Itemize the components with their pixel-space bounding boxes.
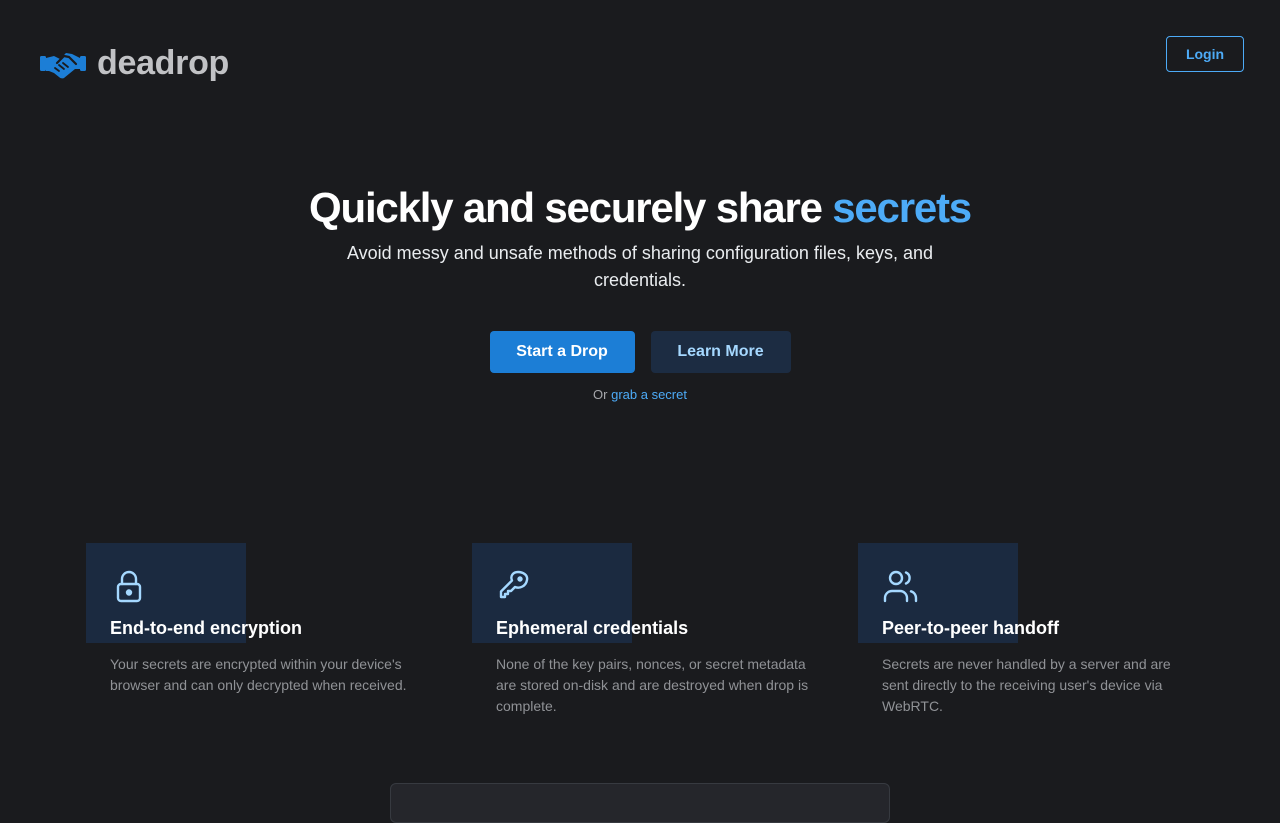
learn-more-button[interactable]: Learn More xyxy=(650,331,791,373)
handshake-icon xyxy=(40,53,86,79)
grab-secret-link[interactable]: grab a secret xyxy=(611,387,687,402)
hero-section: Quickly and securely share secrets Avoid… xyxy=(0,180,1280,402)
users-icon xyxy=(883,570,918,603)
feature-title: Ephemeral credentials xyxy=(496,618,689,638)
key-icon xyxy=(499,570,529,599)
feature-description: Secrets are never handled by a server an… xyxy=(882,656,1171,714)
login-button[interactable]: Login xyxy=(1166,36,1244,72)
hero-subtitle: Avoid messy and unsafe methods of sharin… xyxy=(346,243,933,290)
bottom-panel xyxy=(390,783,890,823)
feature-description: None of the key pairs, nonces, or secret… xyxy=(496,656,809,714)
grab-prefix: Or xyxy=(593,387,608,402)
cta-row: Start a Drop Learn More xyxy=(0,331,1280,373)
brand-name: deadrop xyxy=(97,43,230,82)
hero-title: Quickly and securely share secrets xyxy=(0,180,1280,236)
brand-logo[interactable]: deadrop xyxy=(40,44,229,82)
feature-title: End-to-end encryption xyxy=(110,618,302,638)
start-drop-button[interactable]: Start a Drop xyxy=(489,331,635,373)
hero-title-accent: secrets xyxy=(832,184,972,231)
lock-icon xyxy=(116,570,142,603)
feature-title: Peer-to-peer handoff xyxy=(882,618,1060,638)
site-header: deadrop Login xyxy=(0,0,1280,120)
grab-secret-line: Or grab a secret xyxy=(0,387,1280,402)
hero-title-main: Quickly and securely share xyxy=(309,184,833,231)
feature-description: Your secrets are encrypted within your d… xyxy=(110,656,407,693)
